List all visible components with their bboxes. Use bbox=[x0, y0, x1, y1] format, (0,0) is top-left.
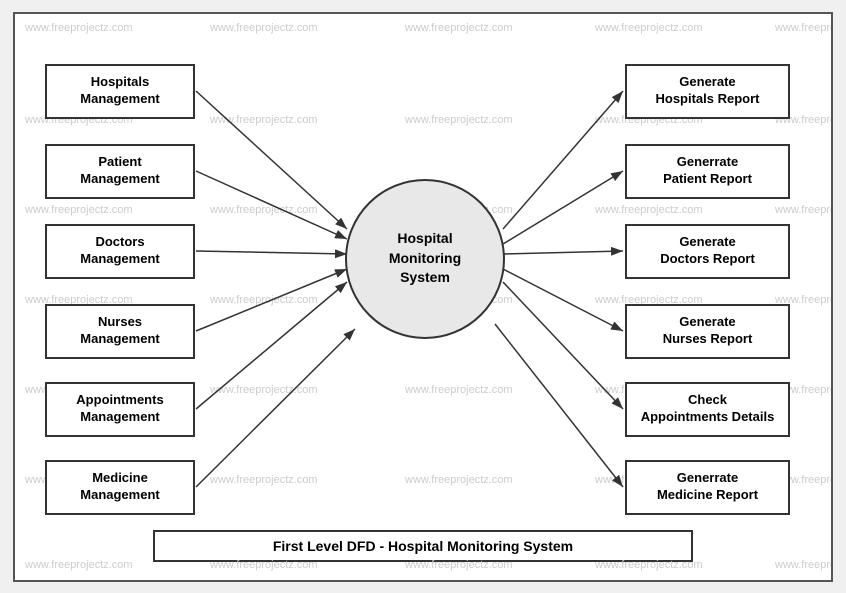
nurses-management-label: Nurses Management bbox=[80, 314, 159, 348]
check-appointments-node: Check Appointments Details bbox=[625, 382, 790, 437]
generate-nurses-report-label: Generate Nurses Report bbox=[663, 314, 753, 348]
generate-patient-report-label: Generrate Patient Report bbox=[663, 154, 752, 188]
medicine-management-node: Medicine Management bbox=[45, 460, 195, 515]
check-appointments-label: Check Appointments Details bbox=[641, 392, 775, 426]
medicine-management-label: Medicine Management bbox=[80, 470, 159, 504]
watermark: www.freeprojectz.com bbox=[775, 559, 831, 571]
generate-medicine-report-label: Generrate Medicine Report bbox=[657, 470, 758, 504]
generate-hospitals-report-label: Generate Hospitals Report bbox=[655, 74, 759, 108]
hospitals-management-node: Hospitals Management bbox=[45, 64, 195, 119]
footer-title: First Level DFD - Hospital Monitoring Sy… bbox=[153, 530, 693, 562]
diagram-container: www.freeprojectz.com www.freeprojectz.co… bbox=[13, 12, 833, 582]
generate-hospitals-report-node: Generate Hospitals Report bbox=[625, 64, 790, 119]
hospitals-management-label: Hospitals Management bbox=[80, 74, 159, 108]
diagram-area: Hospital Monitoring System Hospitals Man… bbox=[15, 14, 831, 524]
generate-doctors-report-node: Generate Doctors Report bbox=[625, 224, 790, 279]
center-node: Hospital Monitoring System bbox=[345, 179, 505, 339]
doctors-management-label: Doctors Management bbox=[80, 234, 159, 268]
patient-management-label: Patient Management bbox=[80, 154, 159, 188]
generate-nurses-report-node: Generate Nurses Report bbox=[625, 304, 790, 359]
nurses-management-node: Nurses Management bbox=[45, 304, 195, 359]
generate-patient-report-node: Generrate Patient Report bbox=[625, 144, 790, 199]
watermark: www.freeprojectz.com bbox=[25, 559, 133, 571]
appointments-management-label: Appointments Management bbox=[76, 392, 163, 426]
doctors-management-node: Doctors Management bbox=[45, 224, 195, 279]
generate-doctors-report-label: Generate Doctors Report bbox=[660, 234, 755, 268]
generate-medicine-report-node: Generrate Medicine Report bbox=[625, 460, 790, 515]
appointments-management-node: Appointments Management bbox=[45, 382, 195, 437]
center-label: Hospital Monitoring System bbox=[389, 229, 461, 288]
patient-management-node: Patient Management bbox=[45, 144, 195, 199]
